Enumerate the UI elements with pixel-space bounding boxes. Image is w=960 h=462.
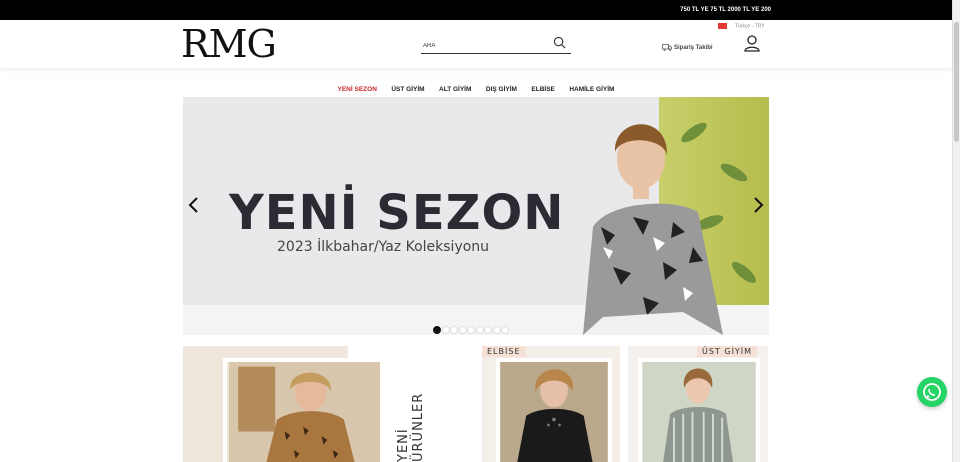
promo-text: 750 TL YE 75 TL 2000 TL YE 200 [680,7,771,13]
slider-dot[interactable] [484,326,492,334]
tops-card[interactable] [628,346,768,462]
slider-dot[interactable] [467,326,475,334]
slider-dot[interactable] [501,326,509,334]
order-tracking-label: Sipariş Takibi [674,45,713,52]
slider-dots [433,321,510,335]
order-tracking-link[interactable]: Sipariş Takibi [662,44,713,51]
scrollbar-thumb[interactable] [954,22,959,142]
whatsapp-button[interactable] [917,377,947,407]
model-image [583,124,723,335]
dress-card[interactable] [482,346,620,462]
hero-subtitle: 2023 İlkbahar/Yaz Koleksiyonu [277,239,490,255]
slider-next-icon[interactable] [751,197,765,213]
dress-label: ELBİSE [482,346,526,357]
nav-item-elbise[interactable]: ELBİSE [531,86,554,93]
slider-dot[interactable] [458,326,467,334]
nav-item-hamile-giyim[interactable]: HAMİLE GİYİM [569,86,614,93]
nav-item-yeni-sezon[interactable]: YENİ SEZON [338,86,377,93]
slider-dot[interactable] [441,326,450,334]
nav-item-alt-giyim[interactable]: ALT GİYİM [439,86,471,93]
promo-bar: 750 TL YE 75 TL 2000 TL YE 200 [0,0,952,20]
new-products-image [223,358,386,462]
slider-prev-icon[interactable] [187,197,201,213]
logo[interactable]: RMG [181,22,277,66]
language-selector[interactable]: Türkçe - TRY [718,23,765,29]
new-products-card[interactable] [183,346,475,462]
main-nav: YENİ SEZON ÜST GİYİM ALT GİYİM DIŞ GİYİM… [0,68,952,96]
truck-icon [662,44,672,51]
slider-dot[interactable] [433,326,441,334]
slider-dot[interactable] [450,326,458,334]
nav-item-dis-giyim[interactable]: DIŞ GİYİM [486,86,517,93]
flag-icon [718,23,727,29]
language-label: Türkçe - TRY [735,23,765,30]
nav-item-ust-giyim[interactable]: ÜST GİYİM [391,86,424,93]
site-header: RMG Türkçe - TRY Sipariş Takibi [0,20,952,68]
scrollbar[interactable] [952,0,960,462]
user-icon[interactable] [744,35,760,52]
new-products-label: YENİ ÜRÜNLER [396,392,426,462]
hero-title: YENİ SEZON [229,185,565,241]
search-icon[interactable] [553,36,566,49]
dress-image [496,358,612,462]
slider-dot[interactable] [475,326,484,334]
slider-dot[interactable] [492,326,501,334]
search-box [421,34,571,55]
whatsapp-icon [923,383,941,401]
search-input[interactable] [421,37,541,55]
tops-label: ÜST GİYİM [697,346,758,357]
tops-image [638,358,760,462]
hero-slider[interactable]: YENİ SEZON 2023 İlkbahar/Yaz Koleksiyonu [183,97,769,335]
